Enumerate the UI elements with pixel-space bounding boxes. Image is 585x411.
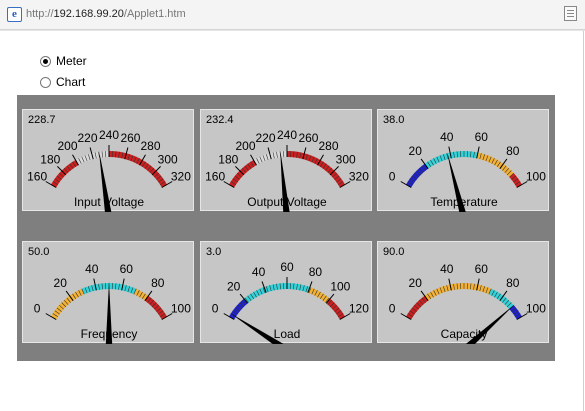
gauge-tick-label: 20 [54, 276, 68, 290]
meter-radio-button[interactable] [40, 55, 51, 67]
gauge-tick-label: 280 [140, 139, 160, 153]
gauge-needle [105, 282, 113, 344]
gauge-tick-label: 40 [440, 262, 454, 276]
gauge-output-voltage: 160 180 200 220 240 260 280 300 320 232.4 Output V… [200, 109, 372, 212]
gauge-tick-label: 40 [252, 265, 266, 279]
gauge-title: Load [274, 327, 301, 341]
gauge-tick-label: 100 [171, 302, 191, 316]
gauge-range-band [108, 151, 168, 188]
gauge-tick-label: 100 [526, 302, 546, 316]
browser-page-icon: e [7, 7, 22, 22]
gauge-tick-label: 40 [440, 130, 454, 144]
gauge-tick-label: 60 [280, 260, 294, 274]
gauge-value-readout: 228.7 [28, 114, 56, 126]
gauge-input-voltage: 160 180 200 220 240 260 280 300 320 228.7 Input Vo… [22, 109, 194, 212]
gauge-tick-label: 240 [99, 128, 119, 142]
chart-radio-label: Chart [56, 75, 86, 89]
page-menu-icon[interactable] [564, 6, 577, 21]
gauge-tick-label: 180 [40, 152, 60, 166]
gauge-dial: 02040 608010090.0Capacity [383, 246, 546, 344]
gauge-value-readout: 50.0 [28, 246, 49, 258]
toolbar-divider [0, 30, 585, 31]
gauge-tick-label: 0 [389, 170, 396, 184]
gauge-tick-label: 20 [409, 144, 423, 158]
gauge-dial: 0 20 40 60 80 100 120 3.0 Load [206, 246, 369, 344]
gauge-dial: 02040 608010038.0Temperature [383, 114, 546, 212]
url-path: /Applet1.htm [123, 8, 186, 20]
gauge-range-band [50, 288, 85, 320]
gauge-tick-label: 200 [57, 139, 77, 153]
gauge-tick-label: 80 [506, 144, 520, 158]
gauge-tick-label: 320 [349, 170, 369, 184]
gauge-dial: 160180200220 240 260280300320232.4Output V… [205, 114, 369, 212]
chart-radio-option[interactable]: Chart [40, 75, 85, 89]
meter-radio-option[interactable]: Meter [40, 54, 87, 68]
gauge-dial: 160180200220 240 260280300320228.7Input Vo… [27, 114, 191, 212]
meter-radio-label: Meter [56, 54, 87, 68]
gauge-tick-label: 280 [318, 139, 338, 153]
gauge-tick-label: 120 [349, 302, 369, 316]
gauge-range-band [286, 151, 346, 188]
gauge-tick-label: 80 [309, 265, 323, 279]
gauge-value-readout: 232.4 [206, 114, 234, 126]
gauge-tick-label: 220 [78, 131, 98, 145]
address-bar[interactable]: e http://192.168.99.20/Applet1.htm [0, 0, 585, 30]
gauge-tick-label: 60 [475, 262, 489, 276]
url-host: 192.168.99.20 [53, 8, 124, 20]
gauge-tick-label: 100 [526, 170, 546, 184]
gauge-tick-label: 240 [277, 128, 297, 142]
gauge-tick-label: 100 [330, 279, 350, 293]
gauge-tick-label: 160 [27, 170, 47, 184]
gauge-tick-label: 300 [158, 152, 178, 166]
gauge-load: 0 20 40 60 80 100 120 3.0 Load [200, 241, 372, 344]
gauge-tick-label: 0 [34, 302, 41, 316]
gauge-value-readout: 90.0 [383, 246, 404, 258]
gauge-tick-label: 0 [212, 302, 219, 316]
gauge-tick-label: 200 [235, 139, 255, 153]
gauge-tick-label: 80 [506, 276, 520, 290]
gauge-tick-label: 0 [389, 302, 396, 316]
gauge-tick-label: 220 [256, 131, 276, 145]
gauge-tick-label: 300 [336, 152, 356, 166]
gauge-tick-label: 40 [85, 262, 99, 276]
gauge-tick-label: 60 [120, 262, 134, 276]
gauge-tick-label: 260 [120, 131, 140, 145]
window-frame-edge [583, 31, 584, 411]
gauge-value-readout: 3.0 [206, 246, 221, 258]
gauge-dial: 02040608010050.0Frequency [28, 246, 191, 344]
gauge-tick-label: 20 [227, 279, 241, 293]
gauge-tick-label: 180 [218, 152, 238, 166]
gauge-tick-label: 160 [205, 170, 225, 184]
chart-radio-button[interactable] [40, 76, 51, 88]
gauge-tick-label: 80 [151, 276, 165, 290]
gauge-panel: 160 180 200 220 240 260 280 300 320 228.7 Input Vo… [17, 95, 555, 361]
gauge-value-readout: 38.0 [383, 114, 404, 126]
gauge-frequency: 02040608010050.0Frequency [22, 241, 194, 344]
gauge-tick-label: 260 [298, 131, 318, 145]
url-text[interactable]: http://192.168.99.20/Applet1.htm [26, 8, 186, 20]
gauge-tick-label: 60 [475, 130, 489, 144]
gauge-temperature: 0 20 40 60 80 100 38.0 Temperature [377, 109, 549, 212]
gauge-capacity: 0 20 40 60 80 100 90.0 Capacity [377, 241, 549, 344]
gauge-range-band [424, 151, 478, 169]
gauge-tick-label: 20 [409, 276, 423, 290]
gauge-tick-label: 320 [171, 170, 191, 184]
url-prefix: http:// [26, 8, 54, 20]
